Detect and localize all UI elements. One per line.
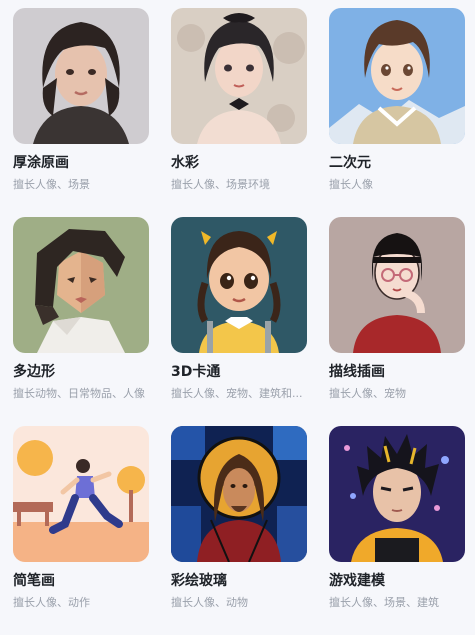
- style-description: 擅长人像: [329, 178, 373, 191]
- style-description: 擅长人像、宠物、建筑和...: [171, 387, 303, 400]
- style-card-anime[interactable]: 二次元 擅长人像: [329, 8, 465, 217]
- style-thumbnail: [171, 8, 307, 144]
- style-title: 彩绘玻璃: [171, 573, 227, 589]
- style-description: 擅长动物、日常物品、人像: [13, 387, 145, 400]
- style-thumbnail: [329, 217, 465, 353]
- style-description: 擅长人像、场景环境: [171, 178, 270, 191]
- style-grid: 厚涂原画 擅长人像、场景 水彩 擅长人像、场景环境 二次元 擅长人像 多边形 擅…: [0, 0, 475, 626]
- style-thumbnail: [171, 426, 307, 562]
- style-title: 厚涂原画: [13, 155, 69, 171]
- style-description: 擅长人像、动物: [171, 596, 248, 609]
- style-card-game-model[interactable]: 游戏建模 擅长人像、场景、建筑: [329, 426, 465, 635]
- style-card-3d-cartoon[interactable]: 3D卡通 擅长人像、宠物、建筑和...: [171, 217, 307, 426]
- style-description: 擅长人像、动作: [13, 596, 90, 609]
- style-title: 水彩: [171, 155, 199, 171]
- style-title: 二次元: [329, 155, 371, 171]
- style-description: 擅长人像、场景、建筑: [329, 596, 439, 609]
- style-thumbnail: [171, 217, 307, 353]
- style-title: 多边形: [13, 364, 55, 380]
- style-title: 游戏建模: [329, 573, 385, 589]
- style-card-simple-stroke[interactable]: 简笔画 擅长人像、动作: [13, 426, 149, 635]
- style-card-polygon[interactable]: 多边形 擅长动物、日常物品、人像: [13, 217, 149, 426]
- style-thumbnail: [329, 8, 465, 144]
- style-card-stained-glass[interactable]: 彩绘玻璃 擅长人像、动物: [171, 426, 307, 635]
- style-card-thick-paint[interactable]: 厚涂原画 擅长人像、场景: [13, 8, 149, 217]
- style-description: 擅长人像、宠物: [329, 387, 406, 400]
- style-title: 简笔画: [13, 573, 55, 589]
- style-card-line-illustration[interactable]: 描线插画 擅长人像、宠物: [329, 217, 465, 426]
- style-thumbnail: [13, 426, 149, 562]
- style-title: 3D卡通: [171, 364, 221, 380]
- style-description: 擅长人像、场景: [13, 178, 90, 191]
- style-thumbnail: [13, 8, 149, 144]
- style-card-watercolor[interactable]: 水彩 擅长人像、场景环境: [171, 8, 307, 217]
- style-title: 描线插画: [329, 364, 385, 380]
- style-thumbnail: [329, 426, 465, 562]
- style-thumbnail: [13, 217, 149, 353]
